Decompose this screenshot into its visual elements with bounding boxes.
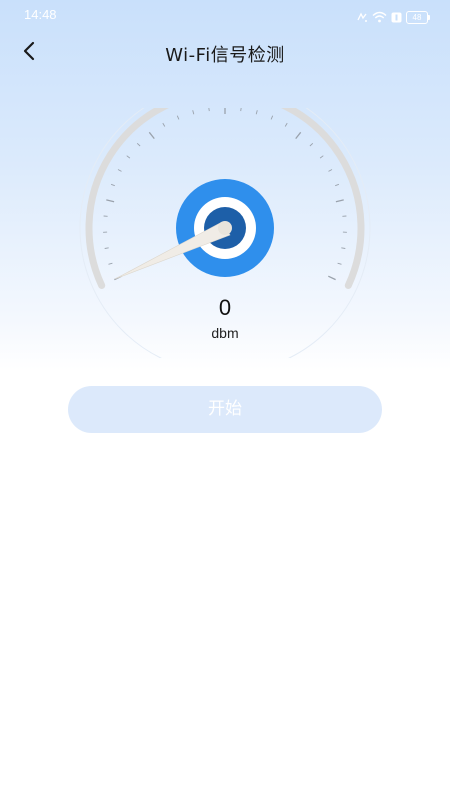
- gauge-tick: [108, 262, 113, 265]
- gauge-tick: [136, 142, 141, 147]
- nfc-icon: [356, 8, 368, 27]
- gauge-tick: [176, 115, 180, 120]
- gauge-tick: [192, 110, 195, 115]
- gauge-tick: [240, 108, 242, 112]
- gauge-unit: dbm: [211, 325, 239, 341]
- wifi-icon: [372, 8, 387, 27]
- gauge-tick: [117, 169, 122, 172]
- gauge-tick: [335, 183, 340, 187]
- gauge-tick: [270, 115, 274, 120]
- gauge-needle-hub: [218, 221, 232, 235]
- status-bar: 14:48 48: [0, 0, 450, 30]
- gauge-tick: [284, 122, 288, 127]
- signal-gauge: 0 dbm: [75, 108, 375, 358]
- gauge-tick: [319, 155, 324, 159]
- gauge-tick: [162, 122, 166, 127]
- status-icons: 48: [356, 8, 430, 27]
- notification-badge-icon: [391, 8, 402, 27]
- gauge-tick: [110, 183, 115, 187]
- gauge-tick: [106, 199, 115, 203]
- gauge-tick: [126, 155, 131, 159]
- gauge-tick: [335, 199, 344, 203]
- gauge-tick: [295, 131, 302, 140]
- header: Wi-Fi信号检测: [0, 30, 450, 76]
- gauge-tick: [337, 262, 342, 265]
- gauge-value: 0: [218, 295, 232, 320]
- gauge-tick: [255, 110, 258, 115]
- gauge-tick: [208, 108, 210, 112]
- gauge-tick: [104, 247, 109, 249]
- gauge-tick: [148, 131, 155, 140]
- page-title: Wi-Fi信号检测: [165, 45, 285, 66]
- status-time: 14:48: [24, 7, 57, 22]
- gauge-tick: [328, 275, 336, 281]
- gauge-tick: [309, 142, 314, 147]
- gauge-tick: [341, 247, 346, 249]
- battery-icon: 48: [406, 11, 430, 24]
- start-button[interactable]: 开始: [68, 386, 382, 433]
- gauge-tick: [328, 169, 333, 172]
